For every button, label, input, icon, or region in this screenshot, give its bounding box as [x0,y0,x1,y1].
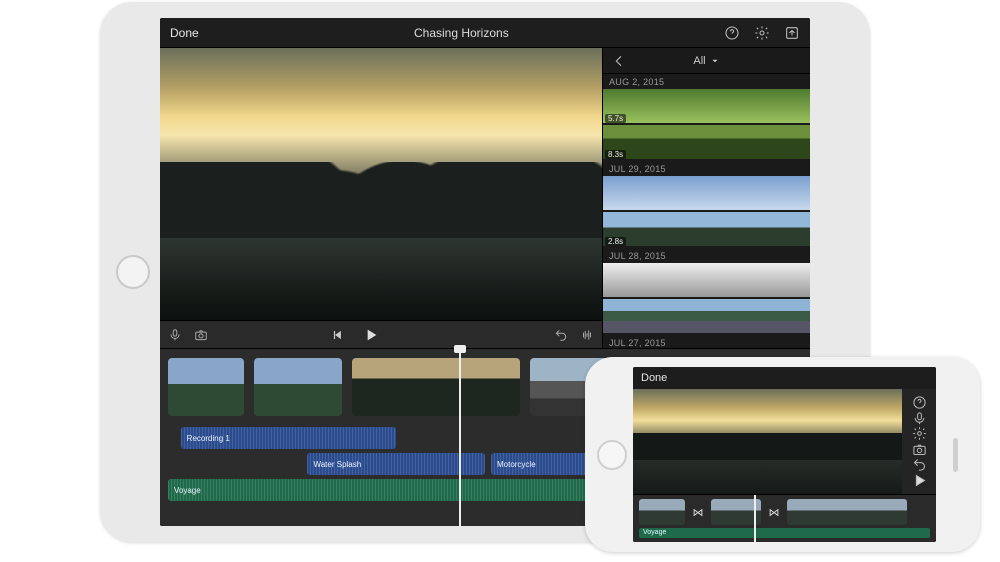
date-label: JUL 28, 2015 [603,248,810,263]
video-clip[interactable] [639,499,685,525]
duration-badge: 8.3s [605,150,626,159]
ipad-home-button[interactable] [116,255,150,289]
thumb-row[interactable]: 8.3s [603,125,810,161]
undo-icon[interactable] [912,457,927,472]
browser-header: All [603,48,810,74]
iphone-sidebar [902,389,936,494]
thumb-row[interactable]: 5.7s [603,89,810,125]
play-icon[interactable] [912,473,927,488]
iphone-device: Done ⋈ ⋈ Voyage [585,357,980,552]
audio-waveform-icon[interactable] [580,328,594,342]
done-button[interactable]: Done [170,26,199,40]
ipad-topbar: Done Chasing Horizons [160,18,810,48]
settings-icon[interactable] [912,426,927,441]
thumb-row[interactable] [603,263,810,299]
audio-clip-label: Voyage [643,529,666,536]
project-title: Chasing Horizons [209,26,714,40]
audio-clip[interactable]: Voyage [639,528,930,538]
iphone-topbar: Done [633,367,936,389]
share-icon[interactable] [784,25,800,41]
play-icon[interactable] [363,327,379,343]
date-label: AUG 2, 2015 [603,74,810,89]
microphone-icon[interactable] [168,328,182,342]
transport-bar [160,320,602,348]
date-label: JUL 29, 2015 [603,161,810,176]
preview-frame [160,48,602,320]
done-button[interactable]: Done [641,372,667,384]
browser-filter[interactable]: All [693,55,719,67]
duration-badge: 2.8s [605,237,626,246]
playhead[interactable] [459,349,461,526]
back-icon[interactable] [611,53,627,69]
browser-body[interactable]: AUG 2, 2015 5.7s 8.3s JUL 29, 2015 [603,74,810,348]
video-clip[interactable] [168,358,244,416]
thumb-row[interactable] [603,176,810,212]
iphone-app-screen: Done ⋈ ⋈ Voyage [633,367,936,542]
camera-icon[interactable] [194,328,208,342]
browser-filter-label: All [693,55,705,67]
audio-clip[interactable]: Recording 1 [181,427,397,449]
video-clip[interactable] [254,358,342,416]
iphone-timeline[interactable]: ⋈ ⋈ Voyage [633,494,936,542]
date-label: JUL 27, 2015 [603,335,810,348]
thumb-row[interactable] [603,299,810,335]
help-icon[interactable] [912,395,927,410]
iphone-speaker [953,438,958,472]
media-browser: All AUG 2, 2015 5.7s 8.3s [602,48,810,348]
help-icon[interactable] [724,25,740,41]
playhead[interactable] [754,495,756,542]
thumb-row[interactable]: 2.8s [603,212,810,248]
skip-back-icon[interactable] [331,327,345,343]
video-clip[interactable] [787,499,907,525]
iphone-home-button[interactable] [597,440,627,470]
duration-badge: 5.7s [605,114,626,123]
undo-icon[interactable] [554,328,568,342]
video-clip[interactable] [352,358,520,416]
microphone-icon[interactable] [912,411,927,426]
video-viewer [160,48,602,348]
transition-icon[interactable]: ⋈ [765,499,783,525]
camera-icon[interactable] [912,442,927,457]
iphone-preview [633,389,902,494]
transition-icon[interactable]: ⋈ [689,499,707,525]
settings-icon[interactable] [754,25,770,41]
